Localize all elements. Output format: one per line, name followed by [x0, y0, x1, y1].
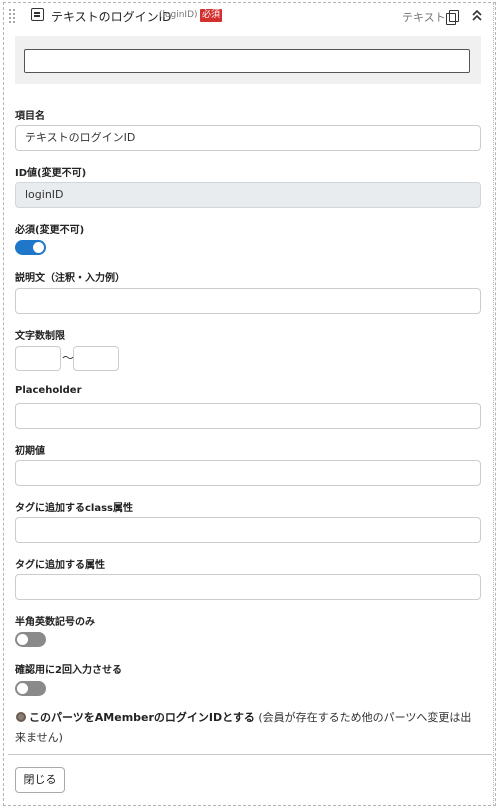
tag-attr-label: タグに追加する属性 [15, 560, 105, 571]
toggle-knob [17, 634, 28, 645]
field-key: (loginID) [159, 10, 198, 20]
char-limit-max-input[interactable] [73, 346, 119, 371]
placeholder-label: Placeholder [15, 385, 82, 396]
class-attr-input[interactable] [15, 517, 481, 543]
description-label: 説明文（注釈・入力例） [15, 273, 125, 284]
toggle-knob [17, 683, 28, 694]
toggle-knob [33, 242, 44, 253]
scroll-edge [493, 3, 496, 805]
halfwidth-toggle[interactable] [15, 632, 46, 647]
copy-icon[interactable] [446, 10, 459, 25]
halfwidth-label: 半角英数記号のみ [15, 617, 95, 628]
item-name-input[interactable]: テキストのログインID [15, 125, 481, 151]
char-limit-min-input[interactable] [15, 346, 61, 371]
id-value-input: loginID [15, 182, 481, 208]
chevron-up-icon[interactable] [471, 9, 483, 23]
tag-attr-input[interactable] [15, 574, 481, 600]
description-input[interactable] [15, 288, 481, 314]
class-attr-label: タグに追加するclass属性 [15, 503, 134, 514]
field-title: テキストのログインID [51, 10, 172, 24]
panel-header: テキストのログインID (loginID) 必須 テキスト [4, 3, 495, 33]
item-name-label: 項目名 [15, 111, 45, 122]
footer-divider [8, 754, 492, 755]
id-value-label: ID値(変更不可) [15, 168, 87, 179]
required-toggle[interactable] [15, 240, 46, 255]
placeholder-input[interactable] [15, 403, 481, 429]
drag-handle-icon[interactable] [9, 9, 17, 25]
char-limit-label: 文字数制限 [15, 331, 65, 342]
preview-input[interactable] [24, 49, 470, 73]
member-login-label: このパーツをAMemberのログインIDとする [29, 711, 255, 724]
required-badge: 必須 [200, 9, 223, 22]
field-settings-panel: テキストのログインID (loginID) 必須 テキスト 項目名 テキストのロ… [3, 2, 496, 806]
confirm-twice-toggle[interactable] [15, 681, 46, 696]
field-type-label: テキスト [402, 11, 446, 24]
confirm-twice-label: 確認用に2回入力させる [15, 665, 122, 676]
initial-value-input[interactable] [15, 460, 481, 486]
member-login-text: このパーツをAMemberのログインIDとする (会員が存在するため他のパーツへ… [15, 708, 477, 748]
close-button[interactable]: 閉じる [15, 767, 65, 793]
required-label: 必須(変更不可) [15, 225, 85, 236]
field-preview [15, 36, 481, 84]
text-field-icon [31, 8, 44, 21]
initial-value-label: 初期値 [15, 446, 45, 457]
